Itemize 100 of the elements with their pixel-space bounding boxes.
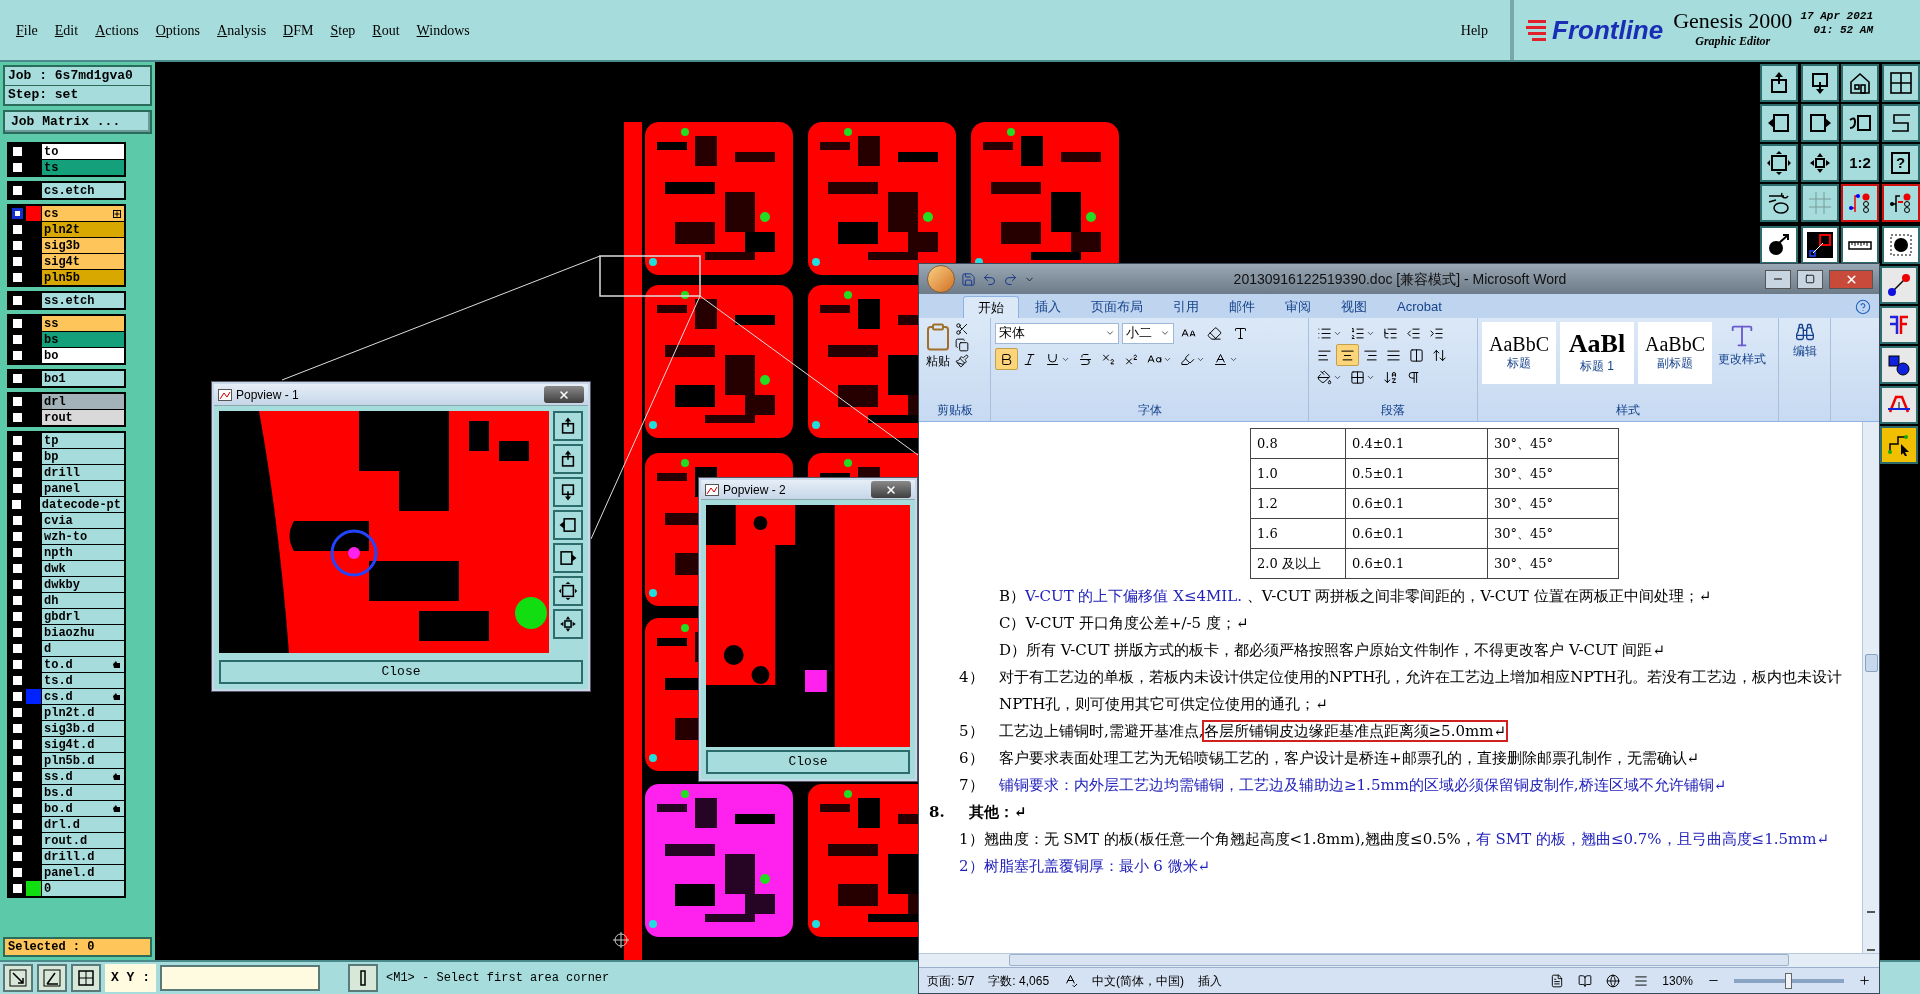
menu-item[interactable]: Rout [372,19,400,41]
layer-name[interactable]: wzh-to [42,529,124,544]
layer-name[interactable]: dh [42,593,124,608]
layer-checkbox[interactable] [11,563,23,574]
scroll-thumb[interactable] [1864,654,1878,672]
layer-name[interactable]: bs.d [42,785,124,800]
close-button[interactable]: Close [706,750,910,774]
toolbar-button[interactable] [348,964,378,992]
toolbar-button[interactable] [37,964,67,992]
toolbar-button[interactable] [1760,104,1798,142]
ribbon-tab[interactable]: 邮件 [1215,296,1269,318]
layer-checkbox[interactable] [11,483,23,494]
menu-item[interactable]: DFM [283,19,314,41]
layer-checkbox[interactable] [11,146,23,157]
help-button[interactable]: ? [1881,144,1920,182]
layer-name[interactable]: ss.etch [42,293,124,308]
close-button[interactable] [544,386,584,403]
layer-checkbox[interactable] [11,819,23,830]
toolbar-button[interactable] [1800,104,1839,142]
menu-item[interactable]: Analysis [217,19,267,41]
toolbar-button[interactable] [1760,64,1798,102]
layer-name[interactable]: sig4t.d [42,737,124,752]
layer-checkbox[interactable] [11,224,23,235]
style-gallery-item[interactable]: AaBbC 标题 [1482,322,1556,384]
paste-button[interactable]: 粘贴 [923,322,953,370]
layer-checkbox[interactable] [11,162,23,173]
layer-checkbox[interactable] [11,771,23,782]
scroll-thumb[interactable] [1009,954,1789,966]
layer-checkbox[interactable] [11,240,23,251]
style-gallery-item[interactable]: AaBbC 副标题 [1638,322,1712,384]
layer-name[interactable]: cs.etch [42,183,124,198]
toolbar-button[interactable] [1880,386,1918,424]
layer-name[interactable]: sig4t [42,254,124,269]
layer-name[interactable]: pln5b [42,270,124,285]
font-size-field[interactable]: 小二 [1122,322,1174,344]
menu-item[interactable]: Options [155,19,201,41]
layer-checkbox[interactable] [11,643,23,654]
layer-name[interactable]: d [42,641,124,656]
toolbar-button[interactable] [1800,226,1839,264]
layer-name[interactable]: bo1 [42,371,124,386]
ribbon-tab[interactable]: 开始 [963,296,1019,318]
layer-name[interactable]: panel.d [42,865,124,880]
slider-thumb[interactable] [1785,972,1792,989]
toolbar-button[interactable] [1760,144,1798,182]
layer-checkbox[interactable] [11,595,23,606]
layer-name[interactable]: cs [42,206,124,221]
layer-checkbox[interactable] [11,691,23,702]
change-styles-button[interactable]: 更改样式 [1718,322,1766,368]
layer-checkbox[interactable] [10,499,22,510]
layer-checkbox[interactable] [11,412,23,423]
toolbar-button[interactable] [553,477,583,507]
toolbar-button[interactable] [1800,184,1839,222]
toolbar-button[interactable] [553,543,583,573]
layer-checkbox[interactable] [11,723,23,734]
layer-name[interactable]: npth [42,545,124,560]
layer-name[interactable]: panel [42,481,124,496]
toolbar-button[interactable] [1760,226,1798,264]
layer-checkbox[interactable] [11,451,23,462]
layer-checkbox[interactable] [11,851,23,862]
layer-checkbox[interactable] [11,256,23,267]
close-button[interactable]: Close [219,660,583,684]
layer-checkbox[interactable] [11,396,23,407]
close-button[interactable] [1829,269,1873,289]
coordinate-field[interactable] [160,965,320,991]
layer-name[interactable]: pln2t.d [42,705,124,720]
layer-checkbox[interactable] [11,707,23,718]
menu-item[interactable]: Step [330,19,356,41]
maximize-button[interactable] [1797,269,1823,289]
layer-name[interactable]: rout [42,410,124,425]
align-center-button[interactable] [1336,344,1359,366]
toolbar-button[interactable] [553,411,583,441]
toolbar-button[interactable] [1841,226,1879,264]
ribbon-tab[interactable]: 插入 [1021,296,1075,318]
layer-checkbox[interactable] [11,435,23,446]
toolbar-button[interactable] [1881,104,1920,142]
layer-checkbox[interactable] [11,515,23,526]
layer-name[interactable]: ts.d [42,673,124,688]
toolbar-button[interactable] [1841,64,1879,102]
layer-name[interactable]: bp [42,449,124,464]
toolbar-button[interactable] [553,609,583,639]
layer-checkbox[interactable] [11,467,23,478]
layer-name[interactable]: ss.d [42,769,124,784]
toolbar-button[interactable] [1880,426,1918,464]
toolbar-button[interactable] [3,964,33,992]
toolbar-button[interactable] [1841,104,1879,142]
layer-name[interactable]: pln2t [42,222,124,237]
ribbon-tab[interactable]: 页面布局 [1077,296,1157,318]
layer-checkbox[interactable] [11,835,23,846]
toolbar-button[interactable] [553,510,583,540]
layer-name[interactable]: drill [42,465,124,480]
layer-checkbox[interactable] [11,803,23,814]
layer-name[interactable]: cvia [42,513,124,528]
layer-name[interactable]: to.d [42,657,124,672]
toolbar-button[interactable] [553,576,583,606]
job-matrix-button[interactable]: Job Matrix ... [3,110,152,134]
zoom-ratio-button[interactable]: 1:2 [1841,144,1879,182]
layer-name[interactable]: cs.d [42,689,124,704]
layer-checkbox[interactable] [11,627,23,638]
layer-checkbox[interactable] [11,755,23,766]
layer-checkbox[interactable] [11,334,23,345]
